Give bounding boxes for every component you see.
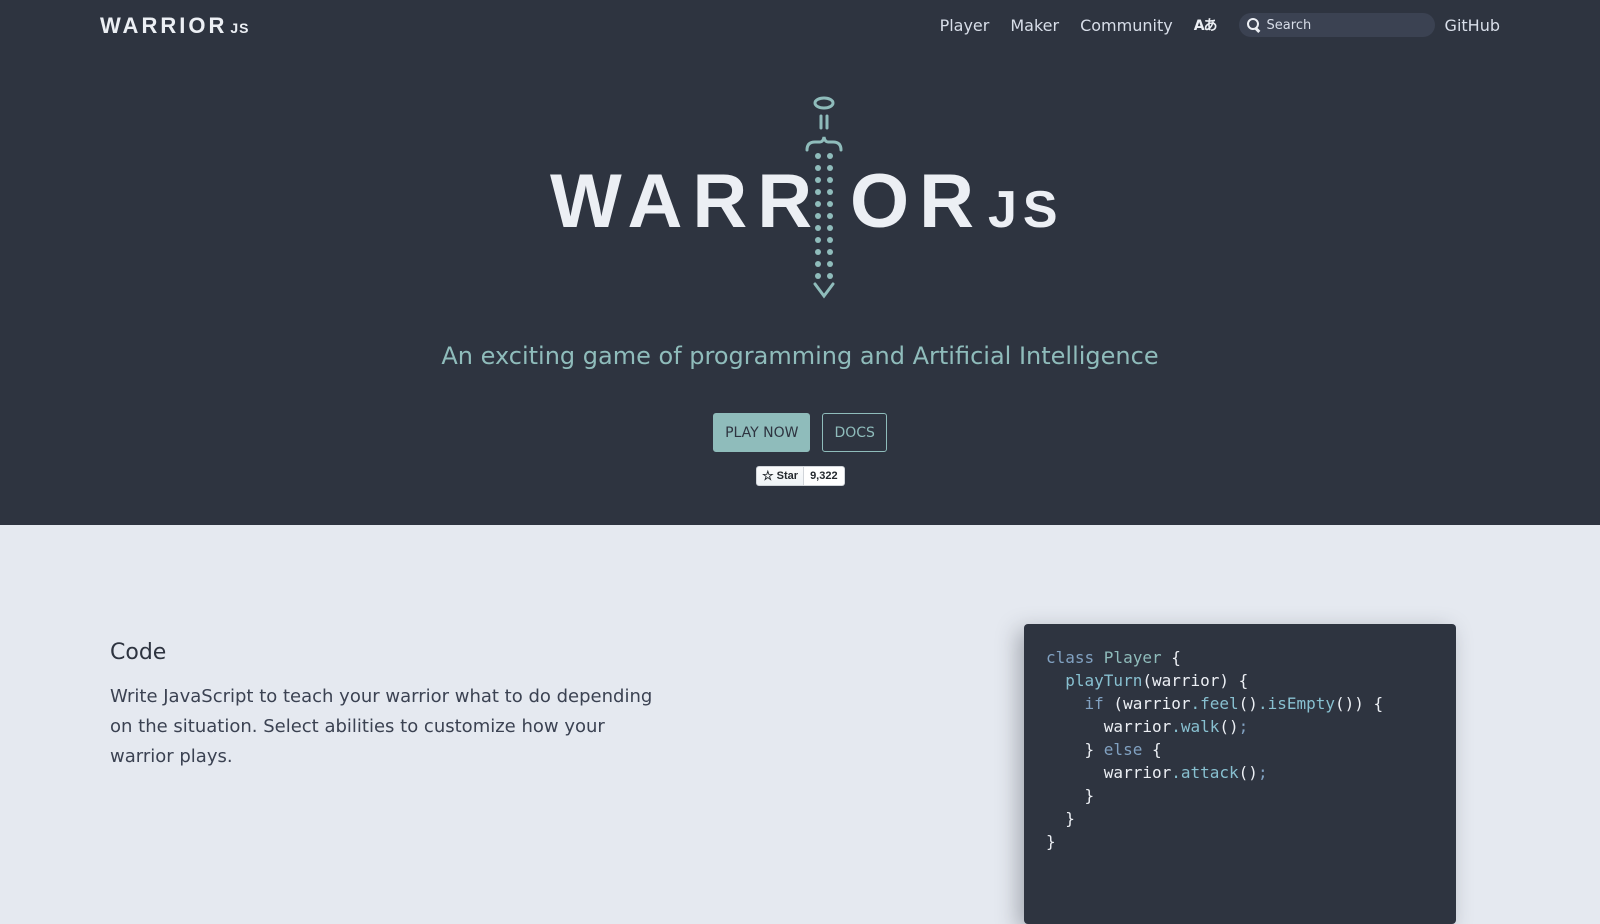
code-token: } [1046, 786, 1095, 805]
nav-link-github[interactable]: GitHub [1445, 16, 1500, 35]
brand-name: WARRIOR [100, 13, 228, 38]
code-token: .isEmpty [1257, 694, 1335, 713]
code-line: warrior.attack(); [1046, 761, 1434, 784]
github-star-widget: ☆ Star 9,322 [756, 466, 845, 486]
code-token: (warrior) { [1142, 671, 1249, 690]
github-star-button[interactable]: ☆ Star [756, 466, 805, 486]
feature-code-section: Code Write JavaScript to teach your warr… [0, 525, 1600, 924]
star-count[interactable]: 9,322 [804, 466, 845, 486]
hero-logo: WARR ORJS [540, 92, 1060, 302]
code-token: () [1238, 763, 1258, 782]
navbar: WARRIORJS Player Maker Community Aあ GitH… [0, 0, 1600, 50]
code-line: } else { [1046, 738, 1434, 761]
code-token: ()) { [1335, 694, 1384, 713]
search-input[interactable] [1266, 17, 1427, 33]
feature-title: Code [110, 640, 167, 665]
hero-buttons: PLAY NOW DOCS [0, 413, 1600, 452]
logo-text-or: OR [850, 159, 984, 244]
code-token: Player [1103, 648, 1162, 667]
code-token: else [1103, 740, 1143, 759]
code-token: ; [1238, 717, 1249, 736]
code-line: if (warrior.feel().isEmpty()) { [1046, 692, 1434, 715]
code-token: warrior [1046, 717, 1172, 736]
code-token: } [1046, 832, 1056, 851]
search-icon [1246, 18, 1261, 32]
code-token: class [1046, 648, 1104, 667]
nav-link-maker[interactable]: Maker [1010, 16, 1059, 35]
code-token: { [1161, 648, 1181, 667]
hero-subtitle: An exciting game of programming and Arti… [441, 342, 1159, 370]
sword-icon [805, 96, 843, 299]
brand-suffix: JS [230, 20, 250, 36]
code-token: () [1219, 717, 1239, 736]
nav-link-community[interactable]: Community [1080, 16, 1173, 35]
play-now-button[interactable]: PLAY NOW [713, 413, 811, 452]
code-line: playTurn(warrior) { [1046, 669, 1434, 692]
docs-button[interactable]: DOCS [822, 413, 887, 452]
code-token: () [1238, 694, 1258, 713]
code-block: class Player { playTurn(warrior) { if (w… [1046, 646, 1434, 853]
code-token: } [1046, 740, 1104, 759]
code-example: class Player { playTurn(warrior) { if (w… [1024, 624, 1456, 924]
brand-logo[interactable]: WARRIOR JS [100, 14, 249, 40]
nav-links: Player Maker Community Aあ GitHub [940, 10, 1500, 40]
code-token: ; [1257, 763, 1268, 782]
code-token: (warrior [1103, 694, 1191, 713]
star-label: Star [776, 470, 799, 482]
code-token: playTurn [1065, 671, 1143, 690]
hero-section: WARRIORJS Player Maker Community Aあ GitH… [0, 0, 1600, 525]
logo-suffix: JS [988, 181, 1064, 239]
code-line: class Player { [1046, 646, 1434, 669]
code-line: } [1046, 830, 1434, 853]
search-box[interactable] [1238, 13, 1435, 37]
logo-text-left: WARR [550, 159, 823, 244]
code-token: .walk [1171, 717, 1220, 736]
code-token: .feel [1190, 694, 1239, 713]
code-token: if [1084, 694, 1104, 713]
code-token: .attack [1171, 763, 1239, 782]
star-icon: ☆ [762, 468, 774, 483]
logo-text-right: ORJS [850, 162, 1064, 250]
code-line: } [1046, 784, 1434, 807]
nav-link-player[interactable]: Player [940, 16, 990, 35]
feature-description: Write JavaScript to teach your warrior w… [110, 686, 653, 767]
code-token: } [1046, 809, 1075, 828]
code-line: warrior.walk(); [1046, 715, 1434, 738]
code-line: } [1046, 807, 1434, 830]
translate-icon[interactable]: Aあ [1194, 15, 1218, 35]
code-token: warrior [1046, 763, 1172, 782]
code-token: { [1142, 740, 1162, 759]
